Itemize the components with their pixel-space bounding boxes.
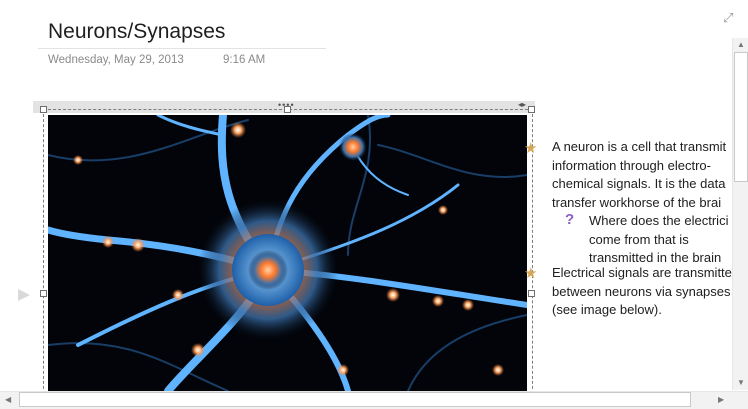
star-icon[interactable]: ★ (524, 264, 537, 282)
note-paragraph-3[interactable]: Electrical signals are transmitte betwee… (552, 264, 732, 320)
star-icon[interactable]: ★ (524, 139, 537, 157)
note-line: Where does the electrici (589, 213, 729, 228)
vertical-scroll-thumb[interactable] (734, 52, 748, 182)
resize-handle[interactable] (528, 290, 535, 297)
note-line: transfer workhorse of the brai (552, 194, 722, 210)
scroll-down-arrow-icon[interactable]: ▼ (737, 378, 745, 387)
neuron-image[interactable] (48, 115, 527, 391)
note-line: come from that is (589, 231, 689, 247)
note-paragraph-1[interactable]: A neuron is a cell that transmit informa… (552, 138, 726, 212)
scroll-right-arrow-icon[interactable]: ▶ (718, 395, 724, 404)
note-paragraph-2[interactable]: Where does the electrici come from that … (589, 212, 728, 268)
page-date: Wednesday, May 29, 2013 (48, 54, 184, 66)
scroll-up-arrow-icon[interactable]: ▲ (737, 40, 745, 49)
note-line: chemical signals. It is the data (552, 176, 726, 191)
note-line: A neuron is a cell that transmit (552, 139, 727, 154)
note-line: between neurons via synapses (552, 283, 731, 299)
page-time: 9:16 AM (223, 54, 266, 66)
question-icon[interactable]: ? (565, 211, 574, 228)
resize-handle[interactable] (40, 106, 47, 113)
resize-arrows-icon[interactable]: ◂▸ (518, 100, 526, 109)
resize-handle[interactable] (284, 106, 291, 113)
paragraph-tag-icon[interactable] (18, 289, 30, 301)
resize-handle[interactable] (40, 290, 47, 297)
title-underline (38, 48, 326, 49)
note-line: Electrical signals are transmitte (552, 265, 732, 280)
expand-icon[interactable]: ⤢ (723, 10, 733, 26)
note-line: information through electro- (552, 157, 711, 173)
page-title[interactable]: Neurons/Synapses (48, 20, 225, 44)
note-line: (see image below). (552, 302, 662, 317)
horizontal-scroll-thumb[interactable] (19, 392, 691, 407)
scroll-left-arrow-icon[interactable]: ◀ (5, 395, 11, 404)
resize-handle[interactable] (528, 106, 535, 113)
